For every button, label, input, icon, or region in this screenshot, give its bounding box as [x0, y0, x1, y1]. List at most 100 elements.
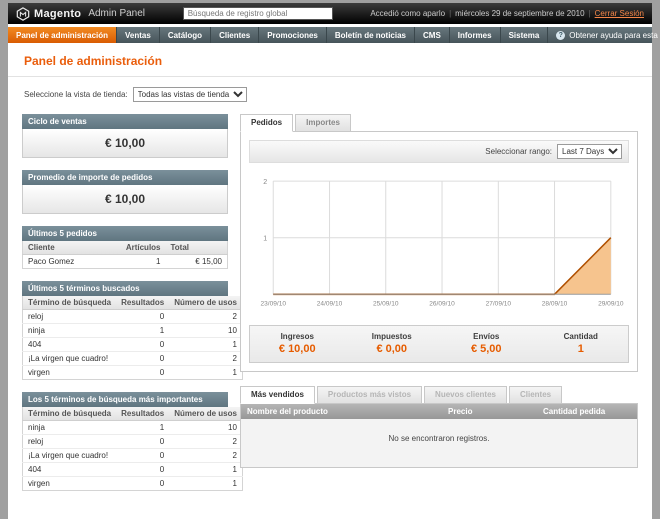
help-link[interactable]: ? Obtener ayuda para esta página: [548, 27, 660, 43]
x-axis-label: 29/09/10: [598, 300, 624, 307]
global-search-input[interactable]: [182, 7, 333, 20]
logout-link[interactable]: Cerrar Sesión: [595, 9, 644, 18]
global-search: [182, 7, 333, 20]
cell-results: 1: [116, 420, 170, 435]
table-row[interactable]: virgen 0 1: [22, 365, 243, 380]
grid-tabs: Más vendidos Productos más vistos Nuevos…: [240, 385, 638, 404]
column-header: Cliente: [22, 241, 121, 255]
cell-term: ¡La virgen que cuadro!: [22, 351, 117, 366]
orders-chart: 2 1 23/09/10 24/09/10 25/09/10 26/09/10 …: [249, 163, 629, 319]
tab-customers[interactable]: Clientes: [508, 385, 563, 404]
cell-uses: 2: [169, 434, 243, 449]
table-row[interactable]: 404 0 1: [22, 462, 243, 477]
grid-header-row: Nombre del producto Precio Cantidad pedi…: [241, 403, 637, 419]
totals-bar: Ingresos € 10,00 Impuestos € 0,00 Envíos…: [249, 324, 629, 363]
cell-term: ninja: [22, 323, 117, 338]
empty-records-message: No se encontraron registros.: [241, 418, 637, 467]
table-row[interactable]: reloj 0 2: [22, 309, 243, 324]
range-select[interactable]: Last 7 Days: [557, 144, 622, 159]
table-row[interactable]: 404 0 1: [22, 337, 243, 352]
table-row[interactable]: reloj 0 2: [22, 434, 243, 449]
panel-title: Ciclo de ventas: [22, 114, 228, 129]
nav-item-cms[interactable]: CMS: [415, 27, 450, 43]
column-header: Resultados: [116, 407, 170, 421]
cell-results: 0: [116, 309, 170, 324]
table-row[interactable]: ninja 1 10: [22, 323, 243, 338]
table-row[interactable]: virgen 0 1: [22, 476, 243, 491]
magento-logo-icon: [16, 6, 30, 21]
table-row[interactable]: ninja 1 10: [22, 420, 243, 435]
panel-title: Últimos 5 términos buscados: [22, 281, 228, 296]
store-view-switcher: Seleccione la vista de tienda: Todas las…: [8, 77, 652, 114]
cell-uses: 2: [169, 309, 243, 324]
table-header-row: Término de búsqueda Resultados Número de…: [22, 296, 243, 310]
cell-uses: 1: [169, 476, 243, 491]
cell-term: virgen: [22, 365, 117, 380]
cell-term: ¡La virgen que cuadro!: [22, 448, 117, 463]
main-nav: Panel de administración Ventas Catálogo …: [8, 27, 660, 43]
tab-orders[interactable]: Pedidos: [240, 114, 294, 132]
right-column: Pedidos Importes Seleccionar rango: Last…: [240, 114, 638, 503]
current-date: miércoles 29 de septiembre de 2010: [455, 9, 585, 18]
cell-results: 0: [116, 337, 170, 352]
lifetime-sales-value: € 10,00: [22, 129, 228, 158]
last-orders-table: Cliente Artículos Total Paco Gomez 1 € 1…: [22, 241, 228, 269]
x-axis-label: 26/09/10: [429, 300, 455, 307]
total-quantity: Cantidad 1: [534, 332, 629, 355]
cell-term: ninja: [22, 420, 117, 435]
column-header: Número de usos: [169, 296, 243, 310]
tab-amounts[interactable]: Importes: [295, 114, 351, 132]
bestsellers-section: Más vendidos Productos más vistos Nuevos…: [240, 385, 638, 468]
y-axis-label: 1: [263, 236, 267, 243]
cell-uses: 1: [169, 462, 243, 477]
column-header-qty: Cantidad pedida: [543, 406, 606, 416]
x-axis-label: 25/09/10: [373, 300, 399, 307]
lifetime-sales-panel: Ciclo de ventas € 10,00: [22, 114, 228, 158]
table-row[interactable]: ¡La virgen que cuadro! 0 2: [22, 351, 243, 366]
total-value: € 10,00: [278, 342, 316, 355]
content-wrap: Panel de administración Ventas Catálogo …: [8, 24, 660, 519]
store-view-select[interactable]: Todas las vistas de tienda: [132, 87, 247, 102]
total-value: € 5,00: [470, 342, 502, 355]
cell-uses: 1: [169, 365, 243, 380]
logged-in-as: Accedió como aparlo: [370, 9, 446, 18]
column-header: Número de usos: [169, 407, 243, 421]
store-view-label: Seleccione la vista de tienda:: [24, 90, 128, 99]
chart-tabs: Pedidos Importes: [240, 114, 638, 132]
cell-uses: 2: [169, 351, 243, 366]
total-label: Ingresos: [280, 331, 314, 341]
help-label: Obtener ayuda para esta página: [569, 30, 660, 40]
range-label: Seleccionar rango:: [485, 147, 552, 156]
table-row[interactable]: Paco Gomez 1 € 15,00: [22, 254, 228, 269]
total-revenue: Ingresos € 10,00: [250, 332, 345, 355]
total-value: € 0,00: [376, 342, 408, 355]
nav-item-catalog[interactable]: Catálogo: [160, 27, 212, 43]
top-search-panel: Los 5 términos de búsqueda más important…: [22, 392, 243, 491]
tab-most-viewed[interactable]: Productos más vistos: [316, 385, 423, 404]
nav-item-sales[interactable]: Ventas: [117, 27, 160, 43]
panel-title: Promedio de importe de pedidos: [22, 170, 228, 185]
column-header: Resultados: [116, 296, 170, 310]
nav-item-reports[interactable]: Informes: [450, 27, 501, 43]
tab-bestsellers[interactable]: Más vendidos: [240, 385, 315, 404]
cell-term: reloj: [22, 309, 117, 324]
tab-new-customers[interactable]: Nuevos clientes: [424, 385, 507, 404]
cell-results: 1: [116, 323, 170, 338]
cell-results: 0: [116, 365, 170, 380]
cell-term: 404: [22, 337, 117, 352]
nav-item-dashboard[interactable]: Panel de administración: [8, 27, 118, 43]
separator: |: [449, 9, 452, 18]
magento-logo[interactable]: Magento Admin Panel: [16, 6, 145, 21]
nav-item-promotions[interactable]: Promociones: [259, 27, 327, 43]
bestsellers-grid: Nombre del producto Precio Cantidad pedi…: [240, 402, 638, 468]
cell-results: 0: [116, 462, 170, 477]
table-row[interactable]: ¡La virgen que cuadro! 0 2: [22, 448, 243, 463]
nav-item-newsletter[interactable]: Boletín de noticias: [327, 27, 415, 43]
nav-item-customers[interactable]: Clientes: [211, 27, 260, 43]
orders-chart-svg: 2 1 23/09/10 24/09/10 25/09/10 26/09/10 …: [261, 179, 624, 307]
cell-customer: Paco Gomez: [22, 254, 121, 269]
range-bar: Seleccionar rango: Last 7 Days: [249, 140, 629, 163]
cell-uses: 2: [169, 448, 243, 463]
nav-item-system[interactable]: Sistema: [501, 27, 549, 43]
chart-panel: Seleccionar rango: Last 7 Days 2 1 23/09…: [240, 131, 638, 372]
